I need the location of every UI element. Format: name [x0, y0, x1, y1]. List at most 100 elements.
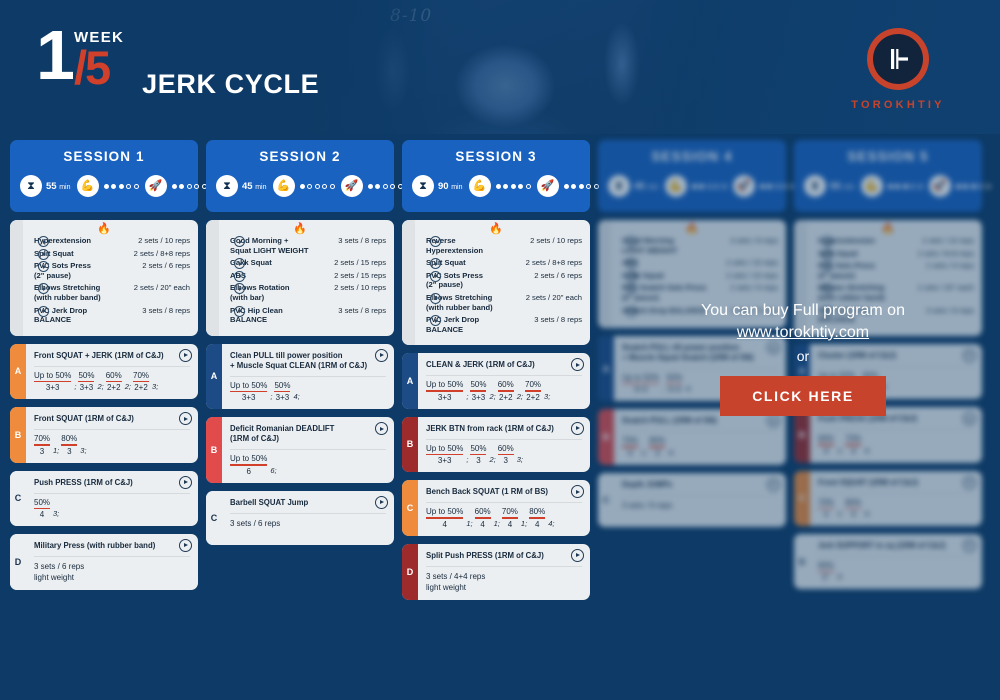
- exercise-card[interactable]: D Military Press (with rubber band) 3 sets…: [10, 533, 198, 590]
- warmup-play-icon[interactable]: [430, 270, 441, 282]
- exercise-card[interactable]: C Front SQUAT (1RM of C&J) 70% 4 1; 80% 4 4;: [794, 470, 982, 526]
- play-triangle: [434, 296, 438, 301]
- set-fraction: Up to 50% 3+3: [230, 381, 268, 402]
- exercise-card[interactable]: B Snatch PULL (1RM of SN) 70% 4 1; 80% 3 4;: [598, 409, 786, 465]
- cta-website-link[interactable]: www.torokhtiy.com: [606, 322, 1000, 344]
- warmup-play-icon[interactable]: [822, 248, 833, 260]
- exercise-title: Front SQUAT (1RM of C&J): [34, 414, 134, 424]
- set-reps: 3: [503, 456, 508, 466]
- exercise-play-icon[interactable]: [571, 358, 584, 372]
- exercise-play-icon[interactable]: [767, 477, 780, 491]
- metric-duration: ⧗ 45 min: [216, 175, 267, 197]
- warmup-row-content: Elbows Stretching (with rubber band) 2 set…: [34, 283, 190, 302]
- set-multiplier: 4;: [293, 392, 300, 402]
- session-header-5[interactable]: SESSION 5 ⧗ 55 min 💪 🚀: [794, 140, 991, 212]
- exercise-play-icon[interactable]: [963, 538, 976, 552]
- exercise-card[interactable]: C Bench Back SQUAT (1 RM of BS) Up to 50% 4…: [402, 480, 590, 536]
- set-multiplier: 1;: [493, 518, 500, 528]
- exercise-card[interactable]: C Barbell SQUAT Jump 3 sets / 6 reps: [206, 490, 394, 545]
- dot: [767, 183, 772, 189]
- warmup-play-icon[interactable]: [38, 236, 49, 247]
- session-metrics: ⧗ 90 min 💪 🚀: [410, 175, 599, 197]
- exercise-play-icon[interactable]: [179, 412, 192, 426]
- set-reps: 3: [476, 456, 481, 466]
- session-header-3[interactable]: SESSION 3 ⧗ 90 min 💪 🚀: [402, 140, 599, 212]
- warmup-play-icon[interactable]: [626, 270, 637, 282]
- warmup-play-icon[interactable]: [626, 236, 637, 247]
- exercise-play-icon[interactable]: [179, 538, 192, 552]
- warmup-play-icon[interactable]: [38, 248, 49, 260]
- metric-intensity: 💪: [664, 175, 727, 197]
- warmup-play-icon[interactable]: [234, 270, 245, 282]
- exercise-card[interactable]: B JERK BTN from rack (1RM of C&J) Up to 50…: [402, 416, 590, 473]
- session-header-4[interactable]: SESSION 4 ⧗ 45 min 💪 🚀: [598, 140, 795, 212]
- exercise-play-icon[interactable]: [179, 348, 192, 362]
- intensity-dots: [299, 183, 335, 189]
- exercise-card[interactable]: A CLEAN & JERK (1RM of C&J) Up to 50% 3+3; 5…: [402, 353, 590, 409]
- fraction-bar: [34, 380, 72, 383]
- dot: [171, 183, 177, 189]
- warmup-play-icon[interactable]: [234, 305, 245, 317]
- set-multiplier: ;: [74, 382, 77, 392]
- set-fraction: 80% 3: [649, 436, 666, 458]
- exercise-play-icon[interactable]: [571, 421, 584, 435]
- set-list: Up to 50% 6 6;: [230, 454, 386, 476]
- exercise-play-icon[interactable]: [963, 475, 976, 489]
- exercise-play-icon[interactable]: [571, 485, 584, 499]
- set-fraction: 80% 4: [529, 507, 546, 529]
- set-multiplier: 1;: [53, 445, 60, 455]
- session-metrics: ⧗ 55 min 💪 🚀: [18, 175, 207, 197]
- warmup-play-icon[interactable]: [234, 236, 245, 247]
- hourglass-icon: ⧗: [412, 175, 434, 197]
- session-header-1[interactable]: SESSION 1 ⧗ 55 min 💪 🚀: [10, 140, 207, 212]
- exercise-card[interactable]: D Jerk SUPPORT in sq (1RM of C&J) 90% 5" 4;: [794, 533, 982, 590]
- exercise-prescription: 3 sets / 6 reps light weight: [34, 561, 85, 582]
- intensity-dots: [887, 183, 923, 189]
- play-triangle: [968, 416, 972, 421]
- exercise-play-icon[interactable]: [767, 414, 780, 428]
- warmup-row: Good Morning LIGHT WEIGHT 3 sets / 8 reps: [622, 236, 778, 255]
- click-here-button[interactable]: CLICK HERE: [720, 376, 886, 416]
- set-list: 70% 4 1; 80% 4 4;: [818, 498, 974, 519]
- warmup-row-content: PVC Sots Press (2" pause) 2 sets / 6 reps: [34, 261, 190, 280]
- dot: [510, 183, 516, 189]
- warmup-row: Split Squat 2 sets / 8+8 reps: [34, 248, 190, 260]
- exercise-card[interactable]: C Depth JUMPs 3 sets / 6 reps: [598, 472, 786, 527]
- warmup-volume: 2 sets / 10 reps: [138, 236, 190, 245]
- warmup-row-content: Split Squat 2 sets / 8+8 reps: [34, 249, 190, 259]
- exercise-title: Push PRESS (1RM of C&J): [34, 477, 133, 487]
- intensity-dots: [495, 183, 531, 189]
- play-triangle: [826, 264, 830, 269]
- duration-value: 55 min: [830, 180, 855, 192]
- warmup-play-icon[interactable]: [38, 305, 49, 317]
- exercise-play-icon[interactable]: [375, 348, 388, 362]
- fraction-bar: [501, 517, 518, 519]
- warmup-volume: 2 sets / 10 reps: [334, 283, 386, 293]
- exercise-title: Deficit Romanian DEADLIFT (1RM of C&J): [230, 424, 335, 444]
- warmup-play-icon[interactable]: [822, 236, 833, 247]
- session-column-1: SESSION 1 ⧗ 55 min 💪 🚀 🔥 Hyperextension 2 sets …: [10, 140, 207, 700]
- warmup-row-content: Good Morning LIGHT WEIGHT 3 sets / 8 reps: [622, 236, 778, 255]
- exercise-play-icon[interactable]: [571, 548, 584, 562]
- warmup-row: PVC Jerk Drop BALANCE 3 sets / 8 reps: [34, 305, 190, 325]
- muscle-arm-icon: 💪: [76, 175, 99, 197]
- exercise-card[interactable]: D Split Push PRESS (1RM of C&J) 3 sets / 4…: [402, 543, 590, 600]
- set-list: 70% 4 1; 80% 3 4;: [622, 436, 778, 458]
- warmup-play-icon[interactable]: [430, 292, 441, 304]
- exercise-title: Jerk SUPPORT in sq (1RM of C&J): [818, 540, 946, 550]
- session-header-2[interactable]: SESSION 2 ⧗ 45 min 💪 🚀: [206, 140, 403, 212]
- exercise-play-icon[interactable]: [179, 475, 192, 489]
- warmup-play-icon[interactable]: [430, 236, 441, 247]
- dot: [691, 183, 697, 189]
- exercise-play-icon[interactable]: [375, 422, 388, 436]
- exercise-card[interactable]: B Deficit Romanian DEADLIFT (1RM of C&J) Up…: [206, 417, 394, 483]
- exercise-card[interactable]: C Push PRESS (1RM of C&J) 50% 4 3;: [10, 470, 198, 526]
- divider: [230, 512, 386, 514]
- play-triangle: [630, 286, 634, 291]
- exercise-card[interactable]: A Clean PULL till power position + Muscle …: [206, 343, 394, 410]
- divider: [426, 438, 582, 440]
- exercise-card[interactable]: B Front SQUAT (1RM of C&J) 70% 3 1; 80% 3 3;: [10, 407, 198, 463]
- exercise-play-icon[interactable]: [375, 495, 388, 509]
- exercise-card[interactable]: A Front SQUAT + JERK (1RM of C&J) Up to 50…: [10, 343, 198, 400]
- set-percent: 60%: [497, 380, 514, 390]
